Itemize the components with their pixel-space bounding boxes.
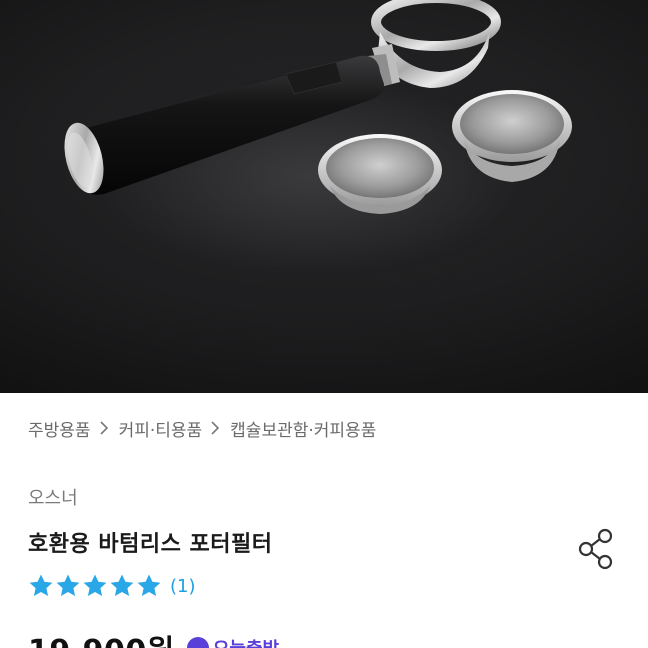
star-icon xyxy=(56,574,80,596)
chevron-right-icon xyxy=(210,420,222,436)
star-icon xyxy=(110,574,134,596)
product-title: 호환용 바텀리스 포터필터 xyxy=(28,532,273,557)
breadcrumb-item-coffee-tea[interactable]: 커피·티용품 xyxy=(119,416,203,441)
lightning-icon xyxy=(186,637,209,648)
price-row: 19,900원 오늘출발 xyxy=(28,626,279,648)
delivery-badge: 오늘출발 xyxy=(186,635,279,648)
portafilter-illustration xyxy=(64,0,572,214)
delivery-badge-label: 오늘출발 xyxy=(213,635,279,648)
star-icon xyxy=(29,574,53,596)
breadcrumb: 주방용품 커피·티용품 캡슐보관함·커피용품 xyxy=(28,414,376,442)
star-icon xyxy=(137,574,161,596)
breadcrumb-item-capsule-storage[interactable]: 캡슐보관함·커피용품 xyxy=(230,416,376,441)
review-count: (1) xyxy=(170,575,196,597)
share-icon xyxy=(578,528,613,570)
star-icon xyxy=(83,574,107,596)
brand-link[interactable]: 오스너 xyxy=(28,484,78,510)
product-detail-page: 주방용품 커피·티용품 캡슐보관함·커피용품 오스너 호환용 바텀리스 포터필터… xyxy=(0,0,648,648)
product-image[interactable] xyxy=(0,0,648,393)
rating-stars xyxy=(28,573,162,599)
chevron-right-icon xyxy=(99,420,111,436)
product-price: 19,900원 xyxy=(28,626,175,648)
breadcrumb-item-kitchen[interactable]: 주방용품 xyxy=(28,416,91,441)
share-button[interactable] xyxy=(576,526,616,572)
rating-summary[interactable]: (1) xyxy=(28,572,196,600)
